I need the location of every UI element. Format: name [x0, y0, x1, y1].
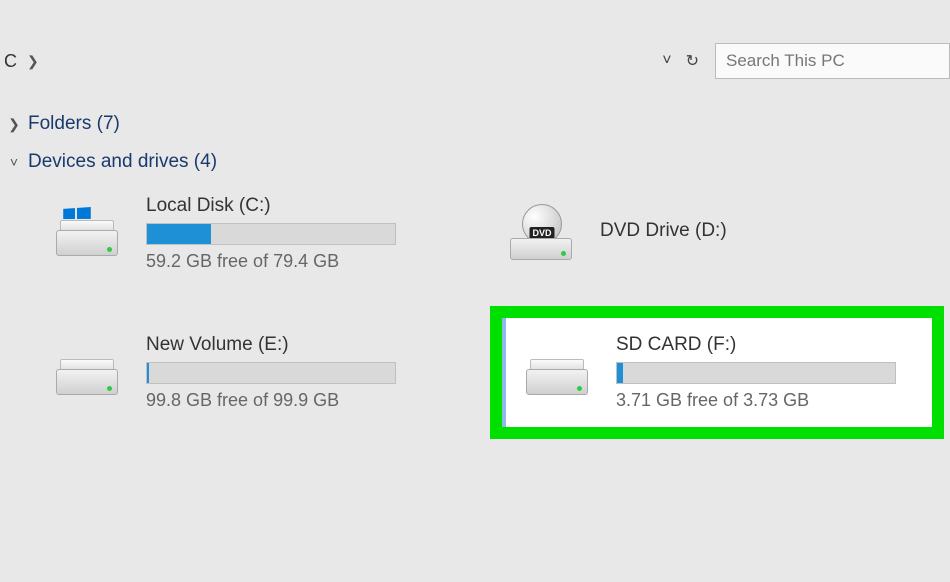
group-label: Folders (7) [28, 113, 120, 135]
breadcrumb[interactable]: C ❯ [0, 51, 654, 72]
address-bar: C ❯ ˅ ↻ Search This PC [0, 35, 950, 87]
drive-dvd-d[interactable]: DVD Drive (D:) [500, 189, 944, 278]
drive-name: New Volume (E:) [146, 334, 486, 356]
breadcrumb-text: C [4, 51, 17, 72]
refresh-icon[interactable]: ↻ [686, 51, 699, 71]
drive-name: Local Disk (C:) [146, 195, 486, 217]
capacity-text: 3.71 GB free of 3.73 GB [616, 390, 922, 411]
group-header-drives[interactable]: ˅ Devices and drives (4) [6, 151, 944, 173]
drives-grid: Local Disk (C:) 59.2 GB free of 79.4 GB … [6, 189, 944, 439]
chevron-right-icon: ❯ [27, 53, 39, 70]
search-placeholder: Search This PC [726, 51, 845, 71]
hard-drive-icon [50, 206, 124, 262]
capacity-text: 99.8 GB free of 99.9 GB [146, 390, 486, 411]
drive-name: SD CARD (F:) [616, 334, 922, 356]
capacity-text: 59.2 GB free of 79.4 GB [146, 251, 486, 272]
group-label: Devices and drives (4) [28, 151, 217, 173]
group-header-folders[interactable]: ❯ Folders (7) [6, 113, 944, 135]
drive-name: DVD Drive (D:) [600, 220, 940, 242]
capacity-fill [147, 363, 149, 383]
hard-drive-icon [50, 345, 124, 401]
search-input[interactable]: Search This PC [715, 43, 950, 79]
drive-info: Local Disk (C:) 59.2 GB free of 79.4 GB [146, 195, 486, 272]
content-area: ❯ Folders (7) ˅ Devices and drives (4) L… [0, 87, 950, 439]
hard-drive-icon [520, 345, 594, 401]
drive-sd-card-f[interactable]: SD CARD (F:) 3.71 GB free of 3.73 GB [502, 318, 932, 427]
capacity-bar [616, 362, 896, 384]
capacity-bar [146, 223, 396, 245]
drive-local-disk-c[interactable]: Local Disk (C:) 59.2 GB free of 79.4 GB [46, 189, 490, 278]
drive-info: SD CARD (F:) 3.71 GB free of 3.73 GB [616, 334, 922, 411]
chevron-right-icon: ❯ [6, 116, 22, 133]
dvd-drive-icon [504, 206, 578, 262]
drive-new-volume-e[interactable]: New Volume (E:) 99.8 GB free of 99.9 GB [46, 306, 490, 439]
capacity-fill [617, 363, 623, 383]
capacity-fill [147, 224, 211, 244]
history-dropdown-icon[interactable]: ˅ [662, 52, 671, 70]
drive-info: DVD Drive (D:) [600, 220, 940, 248]
nav-controls: ˅ ↻ [662, 51, 707, 71]
drive-info: New Volume (E:) 99.8 GB free of 99.9 GB [146, 334, 486, 411]
highlight-box: SD CARD (F:) 3.71 GB free of 3.73 GB [490, 306, 944, 439]
chevron-down-icon: ˅ [6, 154, 22, 170]
capacity-bar [146, 362, 396, 384]
